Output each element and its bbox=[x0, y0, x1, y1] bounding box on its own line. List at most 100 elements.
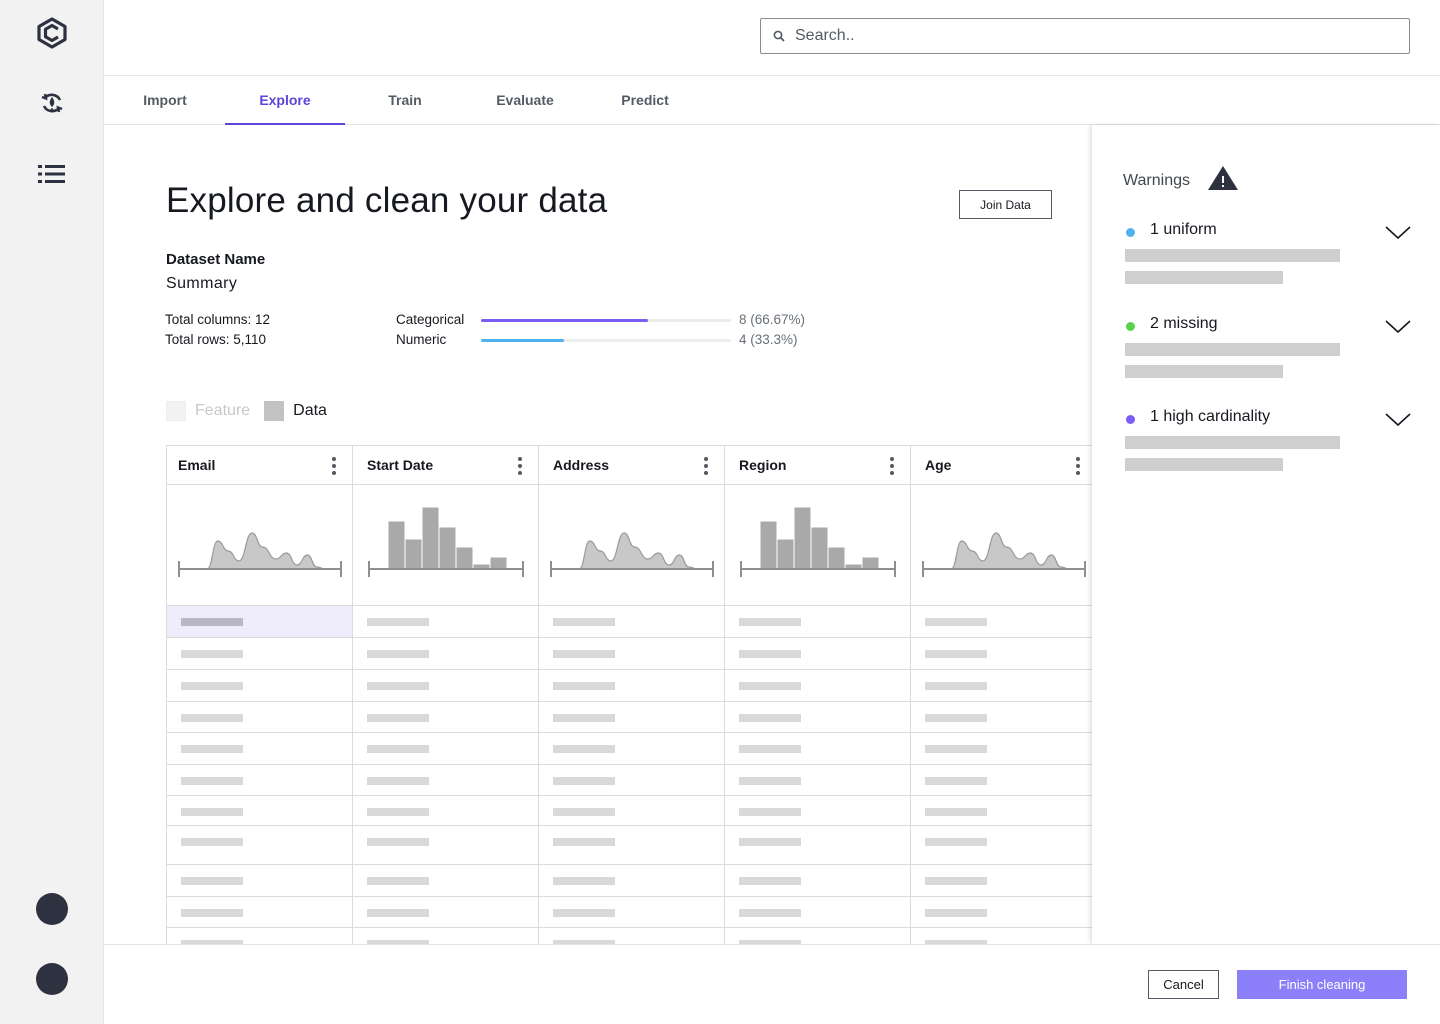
warning-detail-placeholder bbox=[1125, 436, 1340, 449]
cell-placeholder bbox=[367, 714, 429, 722]
table-cell[interactable] bbox=[911, 733, 1092, 765]
cell-placeholder bbox=[181, 745, 243, 753]
table-cell[interactable] bbox=[539, 897, 725, 928]
table-cell[interactable] bbox=[539, 865, 725, 897]
table-cell[interactable] bbox=[353, 606, 539, 638]
table-cell[interactable] bbox=[353, 897, 539, 928]
column-menu-icon[interactable] bbox=[701, 456, 711, 476]
table-cell[interactable] bbox=[539, 638, 725, 670]
table-cell[interactable] bbox=[353, 796, 539, 826]
table-cell[interactable] bbox=[725, 702, 911, 733]
table-cell[interactable] bbox=[911, 928, 1092, 944]
table-cell[interactable] bbox=[167, 702, 353, 733]
table-cell[interactable] bbox=[911, 865, 1092, 897]
table-cell[interactable] bbox=[353, 638, 539, 670]
table-cell[interactable] bbox=[725, 897, 911, 928]
table-cell[interactable] bbox=[167, 606, 353, 638]
join-data-button[interactable]: Join Data bbox=[959, 190, 1052, 219]
table-cell[interactable] bbox=[725, 765, 911, 796]
cell-placeholder bbox=[367, 745, 429, 753]
table-cell[interactable] bbox=[353, 865, 539, 897]
cell-placeholder bbox=[367, 877, 429, 885]
tab-explore[interactable]: Explore bbox=[225, 76, 345, 125]
warning-icon bbox=[1208, 166, 1238, 190]
table-cell[interactable] bbox=[725, 733, 911, 765]
table-cell[interactable] bbox=[725, 865, 911, 897]
table-cell[interactable] bbox=[353, 928, 539, 944]
table-cell[interactable] bbox=[539, 733, 725, 765]
search-input[interactable] bbox=[795, 27, 1355, 45]
column-menu-icon[interactable] bbox=[887, 456, 897, 476]
distribution-curve bbox=[565, 532, 699, 570]
table-cell[interactable] bbox=[167, 865, 353, 897]
table-cell[interactable] bbox=[167, 796, 353, 826]
list-icon[interactable] bbox=[36, 158, 68, 190]
table-cell[interactable] bbox=[725, 638, 911, 670]
warning-detail-placeholder bbox=[1125, 458, 1283, 471]
table-cell[interactable] bbox=[539, 606, 725, 638]
dataset-name-label: Dataset Name bbox=[166, 251, 266, 268]
table-cell[interactable] bbox=[167, 670, 353, 702]
table-cell[interactable] bbox=[911, 897, 1092, 928]
table-cell[interactable] bbox=[911, 765, 1092, 796]
chevron-down-icon[interactable] bbox=[1385, 225, 1411, 241]
tab-import[interactable]: Import bbox=[105, 76, 225, 124]
avatar[interactable] bbox=[36, 963, 68, 995]
table-cell[interactable] bbox=[911, 670, 1092, 702]
table-cell[interactable] bbox=[725, 670, 911, 702]
table-cell[interactable] bbox=[539, 928, 725, 944]
column-menu-icon[interactable] bbox=[329, 456, 339, 476]
tab-predict[interactable]: Predict bbox=[585, 76, 705, 124]
table-cell[interactable] bbox=[353, 670, 539, 702]
logo-icon[interactable] bbox=[36, 17, 68, 49]
table-cell[interactable] bbox=[353, 765, 539, 796]
table-cell[interactable] bbox=[167, 765, 353, 796]
table-cell[interactable] bbox=[911, 826, 1092, 865]
chevron-down-icon[interactable] bbox=[1385, 412, 1411, 428]
tab-train[interactable]: Train bbox=[345, 76, 465, 124]
data-toggle-label[interactable]: Data bbox=[293, 402, 327, 420]
cell-placeholder bbox=[181, 714, 243, 722]
table-cell[interactable] bbox=[167, 897, 353, 928]
table-cell[interactable] bbox=[353, 733, 539, 765]
column-header[interactable]: Email bbox=[167, 445, 353, 485]
table-cell[interactable] bbox=[167, 928, 353, 944]
avatar[interactable] bbox=[36, 893, 68, 925]
histogram-bar bbox=[455, 546, 474, 570]
column-menu-icon[interactable] bbox=[1073, 456, 1083, 476]
table-cell[interactable] bbox=[539, 765, 725, 796]
data-toggle-box[interactable] bbox=[264, 401, 285, 421]
table-cell[interactable] bbox=[539, 796, 725, 826]
column-header[interactable]: Address bbox=[539, 445, 725, 485]
cancel-button[interactable]: Cancel bbox=[1148, 970, 1219, 999]
table-cell[interactable] bbox=[911, 638, 1092, 670]
table-cell[interactable] bbox=[725, 796, 911, 826]
column-header[interactable]: Age bbox=[911, 445, 1092, 485]
cell-placeholder bbox=[739, 808, 801, 816]
table-cell[interactable] bbox=[539, 826, 725, 865]
table-cell[interactable] bbox=[911, 796, 1092, 826]
column-menu-icon[interactable] bbox=[515, 456, 525, 476]
table-cell[interactable] bbox=[911, 606, 1092, 638]
column-header[interactable]: Region bbox=[725, 445, 911, 485]
table-cell[interactable] bbox=[725, 606, 911, 638]
table-cell[interactable] bbox=[725, 826, 911, 865]
table-cell[interactable] bbox=[539, 670, 725, 702]
finish-cleaning-button[interactable]: Finish cleaning bbox=[1237, 970, 1407, 999]
table-cell[interactable] bbox=[539, 702, 725, 733]
chevron-down-icon[interactable] bbox=[1385, 319, 1411, 335]
column-header-label: Address bbox=[553, 457, 610, 473]
table-cell[interactable] bbox=[353, 702, 539, 733]
table-cell[interactable] bbox=[725, 928, 911, 944]
tab-evaluate[interactable]: Evaluate bbox=[465, 76, 585, 124]
feature-toggle-label[interactable]: Feature bbox=[195, 402, 250, 420]
refresh-icon[interactable] bbox=[36, 87, 68, 119]
column-header[interactable]: Start Date bbox=[353, 445, 539, 485]
table-cell[interactable] bbox=[353, 826, 539, 865]
table-cell[interactable] bbox=[167, 826, 353, 865]
table-cell[interactable] bbox=[167, 638, 353, 670]
table-cell[interactable] bbox=[167, 733, 353, 765]
search-box[interactable] bbox=[760, 18, 1410, 54]
feature-toggle-box[interactable] bbox=[166, 401, 186, 421]
table-cell[interactable] bbox=[911, 702, 1092, 733]
